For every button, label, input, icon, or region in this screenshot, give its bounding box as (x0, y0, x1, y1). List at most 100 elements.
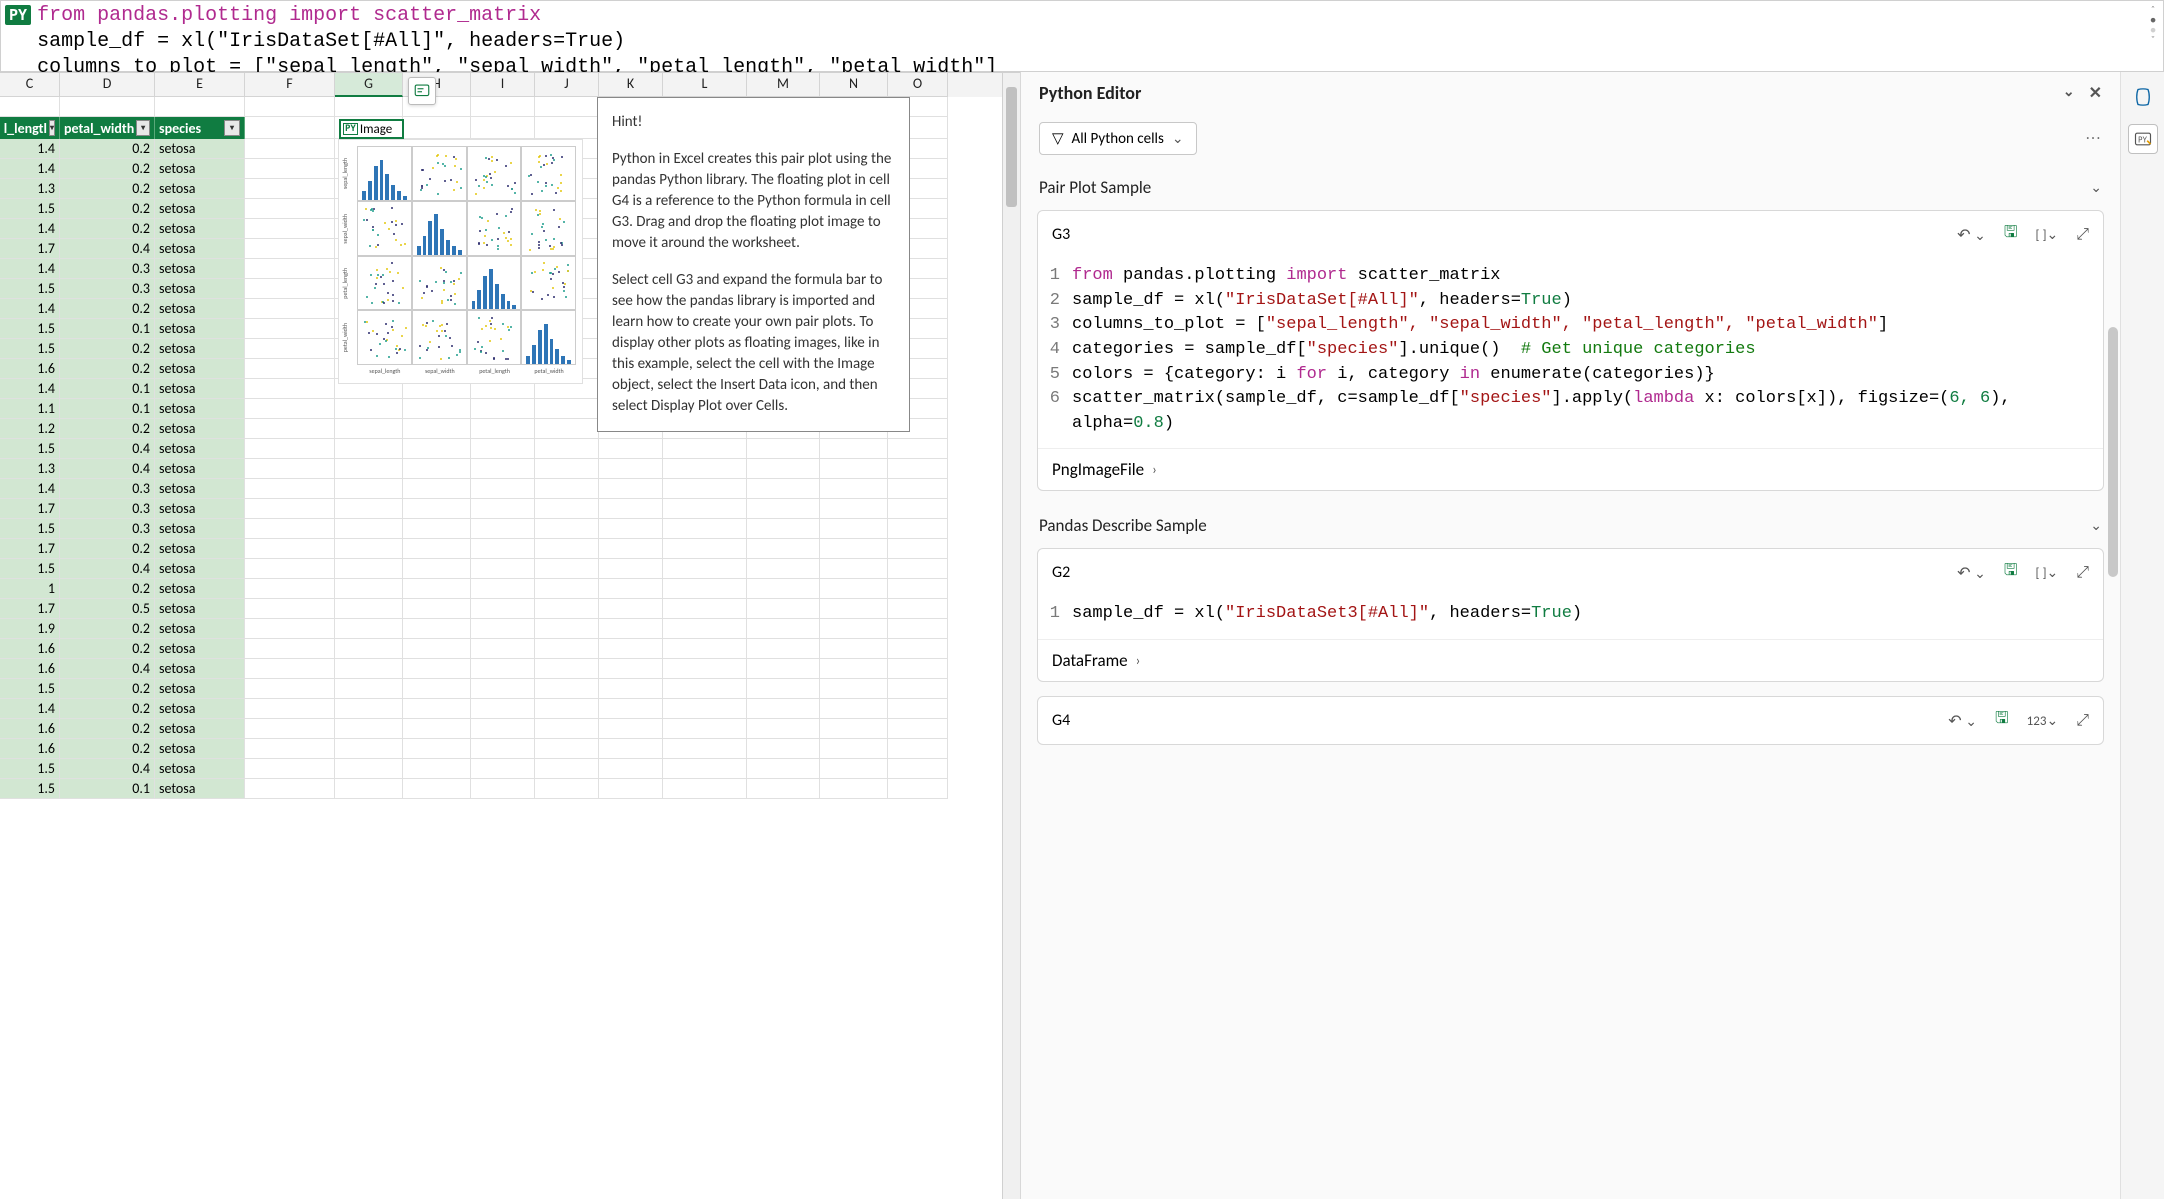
cell[interactable]: setosa (155, 279, 245, 299)
undo-icon[interactable]: ↶ ⌄ (1957, 225, 1986, 245)
cell[interactable]: 0.2 (60, 359, 155, 379)
cell[interactable] (335, 699, 403, 719)
cell[interactable] (471, 117, 535, 139)
cell[interactable] (471, 599, 535, 619)
cell[interactable] (599, 559, 663, 579)
cell[interactable] (820, 639, 888, 659)
cell[interactable] (747, 539, 820, 559)
code-editor[interactable]: 1sample_df = xl("IrisDataSet3[#All]", he… (1038, 596, 2103, 639)
more-menu[interactable]: ··· (2086, 131, 2102, 146)
cell[interactable] (335, 759, 403, 779)
cell[interactable] (535, 759, 599, 779)
cell[interactable] (245, 219, 335, 239)
cell[interactable]: setosa (155, 239, 245, 259)
cell[interactable] (403, 419, 471, 439)
cell[interactable] (888, 619, 948, 639)
result-type-row[interactable]: DataFrame › (1038, 639, 2103, 681)
cell[interactable]: 0.1 (60, 319, 155, 339)
col-header-f[interactable]: F (245, 73, 335, 97)
cell[interactable] (335, 539, 403, 559)
filter-icon[interactable]: ▾ (136, 120, 150, 136)
cell[interactable]: setosa (155, 579, 245, 599)
cell[interactable] (535, 459, 599, 479)
cell[interactable]: 0.4 (60, 439, 155, 459)
cell[interactable]: 0.4 (60, 759, 155, 779)
cell[interactable]: 1.5 (0, 679, 60, 699)
cell[interactable] (820, 439, 888, 459)
cell[interactable]: 0.2 (60, 219, 155, 239)
cell[interactable]: setosa (155, 439, 245, 459)
save-icon[interactable]: 🖫 (1995, 707, 2009, 734)
scrollbar-thumb[interactable] (1006, 87, 1017, 207)
cell[interactable] (747, 599, 820, 619)
cell[interactable] (599, 679, 663, 699)
cell[interactable] (245, 599, 335, 619)
cell[interactable] (335, 599, 403, 619)
cell[interactable] (820, 599, 888, 619)
cell[interactable] (245, 479, 335, 499)
cell[interactable] (820, 459, 888, 479)
cell[interactable]: 1.2 (0, 419, 60, 439)
cell[interactable] (535, 399, 599, 419)
cell[interactable] (747, 519, 820, 539)
cell[interactable] (535, 679, 599, 699)
cell[interactable] (245, 439, 335, 459)
cell[interactable] (820, 659, 888, 679)
cell[interactable]: setosa (155, 359, 245, 379)
col-header-l[interactable]: L (663, 73, 747, 97)
cell[interactable] (888, 779, 948, 799)
cell[interactable] (888, 519, 948, 539)
cell[interactable] (403, 579, 471, 599)
cell[interactable] (747, 579, 820, 599)
cell[interactable]: 1.5 (0, 559, 60, 579)
cell[interactable] (663, 779, 747, 799)
cell[interactable] (599, 539, 663, 559)
cell[interactable] (535, 97, 599, 117)
cell[interactable] (820, 479, 888, 499)
cell[interactable] (888, 539, 948, 559)
cell[interactable] (599, 439, 663, 459)
cell[interactable]: 1.5 (0, 439, 60, 459)
cell[interactable] (60, 97, 155, 117)
cell[interactable]: 0.3 (60, 499, 155, 519)
cell[interactable] (747, 659, 820, 679)
cell[interactable] (663, 559, 747, 579)
scatter-matrix-plot[interactable]: sepal_length sepal_width petal_length pe… (338, 139, 583, 384)
cell[interactable] (471, 419, 535, 439)
cell[interactable] (0, 97, 60, 117)
cell[interactable] (403, 719, 471, 739)
col-header-m[interactable]: M (747, 73, 820, 97)
cell[interactable] (471, 759, 535, 779)
cell[interactable] (335, 499, 403, 519)
cell[interactable] (403, 599, 471, 619)
cell[interactable] (663, 759, 747, 779)
cell[interactable]: 0.2 (60, 539, 155, 559)
cell[interactable] (820, 579, 888, 599)
cell[interactable] (663, 599, 747, 619)
cell[interactable] (403, 499, 471, 519)
cell[interactable] (335, 419, 403, 439)
cell[interactable]: setosa (155, 539, 245, 559)
cell[interactable] (335, 719, 403, 739)
cell[interactable]: 1.6 (0, 359, 60, 379)
cell[interactable] (471, 499, 535, 519)
cell[interactable] (335, 659, 403, 679)
chevron-down-icon[interactable]: ⌄ (2063, 83, 2075, 103)
cell[interactable]: setosa (155, 199, 245, 219)
cell[interactable]: 0.2 (60, 199, 155, 219)
cell[interactable] (245, 679, 335, 699)
cell[interactable] (888, 439, 948, 459)
expand-icon[interactable]: ⤢ (2076, 563, 2089, 582)
cell[interactable] (747, 779, 820, 799)
cell[interactable] (403, 779, 471, 799)
cell[interactable] (888, 479, 948, 499)
cell[interactable]: setosa (155, 419, 245, 439)
cell[interactable] (245, 659, 335, 679)
cell[interactable]: 0.2 (60, 579, 155, 599)
cell[interactable] (335, 439, 403, 459)
cell[interactable] (535, 117, 599, 139)
cell[interactable]: 0.2 (60, 739, 155, 759)
cell[interactable] (535, 559, 599, 579)
cell[interactable] (245, 499, 335, 519)
cell[interactable] (471, 559, 535, 579)
